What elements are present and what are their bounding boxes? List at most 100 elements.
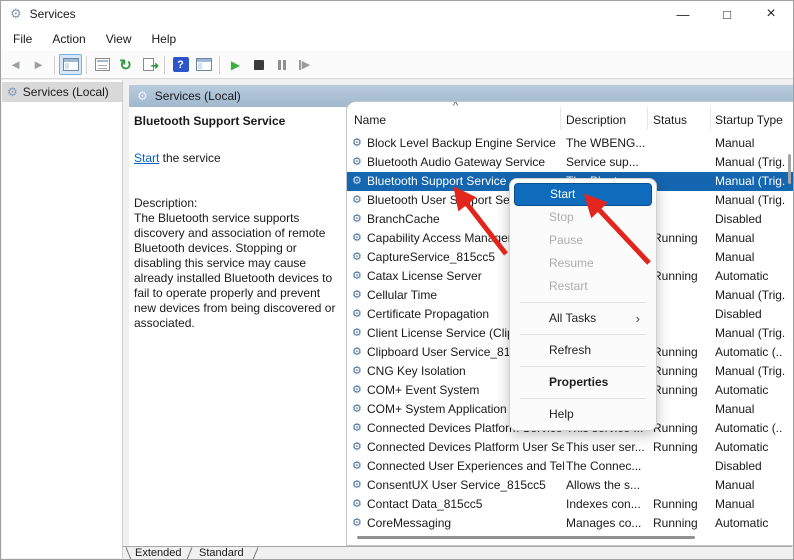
menu-item-all-tasks[interactable]: All Tasks ›: [514, 307, 652, 330]
cell-start: Disabled: [715, 307, 762, 321]
cell-start: Manual: [715, 250, 755, 264]
standard-view-button[interactable]: [192, 54, 215, 75]
forward-icon: ►: [32, 57, 45, 72]
titlebar: ⚙ Services — □ ×: [1, 1, 793, 27]
service-gear-icon: ⚙: [352, 479, 362, 491]
tab-edge: [252, 547, 259, 559]
service-gear-icon: ⚙: [352, 517, 362, 529]
cell-name: Connected User Experiences and Tel...: [367, 459, 564, 473]
selected-service-title: Bluetooth Support Service: [134, 114, 286, 128]
menu-separator: [520, 366, 646, 367]
menu-item-restart: Restart: [549, 279, 588, 293]
service-gear-icon: ⚙: [352, 137, 362, 149]
show-console-tree-button[interactable]: [59, 54, 82, 75]
result-pane-title: Services (Local): [154, 89, 241, 103]
service-row[interactable]: ⚙ Block Level Backup Engine Service The WB…: [347, 134, 793, 153]
vertical-scrollbar[interactable]: [788, 154, 791, 184]
maximize-button[interactable]: □: [705, 1, 749, 27]
cell-desc: Allows the s...: [566, 478, 641, 492]
menu-separator: [520, 302, 646, 303]
menu-separator: [520, 398, 646, 399]
properties-button[interactable]: [91, 54, 114, 75]
cell-start: Manual: [715, 497, 755, 511]
tree-item-services-local[interactable]: ⚙ Services (Local): [2, 82, 122, 102]
service-row[interactable]: ⚙ Bluetooth Audio Gateway Service Service …: [347, 153, 793, 172]
menu-item-resume: Resume: [549, 256, 594, 270]
pause-service-button[interactable]: [270, 54, 293, 75]
maximize-icon: □: [723, 6, 731, 22]
cell-status: Running: [653, 345, 698, 359]
cell-name: Contact Data_815cc5: [367, 497, 483, 511]
cell-start: Manual: [715, 136, 755, 150]
help-icon: ?: [172, 57, 189, 72]
restart-service-button[interactable]: ▶: [293, 54, 316, 75]
cell-status: Running: [653, 421, 698, 435]
refresh-button[interactable]: ↻: [114, 54, 137, 75]
service-gear-icon: ⚙: [352, 327, 362, 339]
forward-button[interactable]: ►: [27, 54, 50, 75]
menu-help[interactable]: Help: [142, 29, 187, 49]
view-tabstrip: Extended Standard: [123, 546, 792, 559]
cell-start: Automatic: [715, 269, 769, 283]
service-description: The Bluetooth service supports discovery…: [134, 211, 336, 330]
app-gear-icon: ⚙: [10, 6, 22, 21]
service-row[interactable]: ⚙ Connected Devices Platform User Se... Th…: [347, 438, 793, 457]
service-row[interactable]: ⚙ ConsentUX User Service_815cc5 Allows the…: [347, 476, 793, 495]
sort-ascending-icon: ^: [453, 101, 459, 112]
service-gear-icon: ⚙: [352, 289, 362, 301]
menu-item-help[interactable]: Help: [514, 403, 652, 426]
column-header-name[interactable]: Name: [354, 113, 386, 127]
description-label: Description:: [134, 196, 198, 210]
export-list-button[interactable]: ➜: [137, 54, 160, 75]
column-header-startup-type[interactable]: Startup Type: [715, 113, 783, 127]
help-button[interactable]: ?: [169, 54, 192, 75]
back-button[interactable]: ◄: [4, 54, 27, 75]
menu-view[interactable]: View: [96, 29, 142, 49]
cell-status: Running: [653, 231, 698, 245]
tab-edge: [186, 547, 193, 559]
menu-item-refresh[interactable]: Refresh: [514, 339, 652, 362]
column-header-status[interactable]: Status: [653, 113, 687, 127]
service-row[interactable]: ⚙ Connected User Experiences and Tel... Th…: [347, 457, 793, 476]
column-divider: [647, 107, 648, 130]
service-row[interactable]: ⚙ CoreMessaging Manages co... Running Automa…: [347, 514, 793, 533]
start-service-link[interactable]: Start: [134, 151, 159, 165]
tree-item-label: Services (Local): [22, 85, 109, 99]
menu-item-properties[interactable]: Properties: [514, 371, 652, 394]
menu-action[interactable]: Action: [42, 29, 95, 49]
tab-standard[interactable]: Standard: [199, 547, 244, 559]
menu-item-stop: Stop: [549, 210, 574, 224]
cell-name: ConsentUX User Service_815cc5: [367, 478, 546, 492]
close-button[interactable]: ×: [749, 1, 793, 27]
cell-name: Block Level Backup Engine Service: [367, 136, 556, 150]
tab-extended[interactable]: Extended: [135, 547, 181, 559]
service-gear-icon: ⚙: [352, 460, 362, 472]
service-gear-icon: ⚙: [352, 251, 362, 263]
menu-separator: [520, 334, 646, 335]
menu-item-pause: Pause: [549, 233, 584, 247]
cell-name: Connected Devices Platform User Se...: [367, 440, 564, 454]
console-tree-panel: ⚙ Services (Local): [2, 80, 123, 558]
minimize-button[interactable]: —: [661, 1, 705, 27]
cell-status: Running: [653, 269, 698, 283]
service-gear-icon: ⚙: [352, 232, 362, 244]
horizontal-scrollbar[interactable]: [357, 536, 695, 539]
services-gear-icon: ⚙: [137, 89, 148, 103]
menu-item-start[interactable]: Start: [514, 183, 652, 206]
service-action-line: Start the service: [134, 151, 342, 165]
toolbar-separator: [164, 55, 165, 74]
cell-name: Bluetooth Audio Gateway Service: [367, 155, 546, 169]
column-header-description[interactable]: Description: [566, 113, 626, 127]
service-gear-icon: ⚙: [352, 213, 362, 225]
properties-icon: [95, 58, 110, 71]
menu-file[interactable]: File: [3, 29, 42, 49]
cell-desc: This user ser...: [566, 440, 645, 454]
pause-service-icon: [277, 59, 286, 70]
start-service-button[interactable]: ▶: [224, 54, 247, 75]
service-row[interactable]: ⚙ Contact Data_815cc5 Indexes con... Runnin…: [347, 495, 793, 514]
stop-service-button[interactable]: [247, 54, 270, 75]
services-gear-icon: ⚙: [7, 85, 18, 99]
cell-status: Running: [653, 497, 698, 511]
minimize-icon: —: [676, 6, 690, 22]
submenu-chevron-icon: ›: [635, 311, 640, 326]
